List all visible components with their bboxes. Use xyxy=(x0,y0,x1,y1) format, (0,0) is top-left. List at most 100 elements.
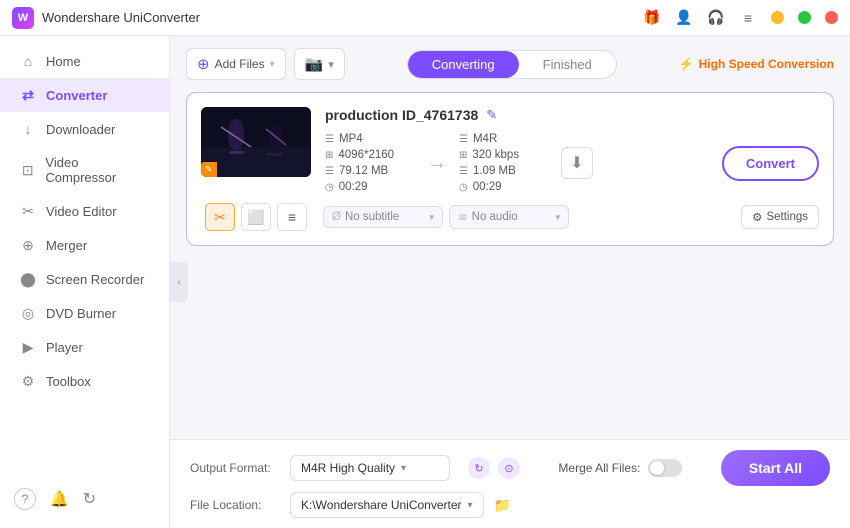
merge-toggle[interactable] xyxy=(648,459,682,477)
file-location-value: K:\Wondershare UniConverter xyxy=(301,498,462,512)
duration-icon: ◷ xyxy=(325,182,334,193)
crop-tool-button[interactable]: ⬜ xyxy=(241,203,271,231)
high-speed-button[interactable]: ⚡ High Speed Conversion xyxy=(679,57,834,71)
sidebar-item-downloader[interactable]: ↓ Downloader xyxy=(0,112,169,146)
sidebar-collapse-button[interactable]: ‹ xyxy=(170,262,188,302)
speed-icon: ⚡ xyxy=(679,57,694,71)
close-button[interactable] xyxy=(825,11,838,24)
target-bitrate-row: ⊞ 320 kbps xyxy=(459,149,549,161)
titlebar-left: W Wondershare UniConverter xyxy=(12,7,200,29)
screenshot-icon: 📷 xyxy=(305,55,324,73)
source-duration: 00:29 xyxy=(339,181,368,193)
source-details: ☰ MP4 ⊞ 4096*2160 ☰ 79.12 MB xyxy=(325,133,415,193)
video-editor-icon: ✂ xyxy=(20,203,36,219)
home-icon: ⌂ xyxy=(20,53,36,69)
format-refresh-icon[interactable]: ↻ xyxy=(468,457,490,479)
user-icon[interactable]: 👤 xyxy=(675,9,693,27)
top-actions: ⊕ Add Files ▾ 📷 ▾ xyxy=(186,48,345,80)
format-copy-icon[interactable]: ⊙ xyxy=(498,457,520,479)
toggle-thumb xyxy=(650,461,664,475)
edit-badge: ✎ xyxy=(201,162,217,177)
help-icon[interactable]: ? xyxy=(14,488,36,510)
source-size: 79.12 MB xyxy=(339,165,388,177)
start-all-button[interactable]: Start All xyxy=(721,450,830,486)
sidebar-item-converter[interactable]: ⇄ Converter xyxy=(0,78,169,112)
no-subtitle-icon: Ø xyxy=(332,211,341,223)
sidebar-item-toolbox[interactable]: ⚙ Toolbox xyxy=(0,364,169,398)
toolbox-icon: ⚙ xyxy=(20,373,36,389)
headset-icon[interactable]: 🎧 xyxy=(707,9,725,27)
sidebar-item-label: Video Compressor xyxy=(45,155,149,185)
tab-converting[interactable]: Converting xyxy=(408,51,519,78)
tab-finished[interactable]: Finished xyxy=(519,51,616,78)
sidebar-item-video-editor[interactable]: ✂ Video Editor xyxy=(0,194,169,228)
effects-tool-button[interactable]: ≡ xyxy=(277,203,307,231)
sidebar-item-label: Converter xyxy=(46,88,107,103)
tab-switcher: Converting Finished xyxy=(407,50,617,79)
file-name: production ID_4761738 xyxy=(325,107,478,123)
file-location-label: File Location: xyxy=(190,498,280,512)
file-location-select[interactable]: K:\Wondershare UniConverter ▾ xyxy=(290,492,484,518)
target-details: ☰ M4R ⊞ 320 kbps ☰ 1.09 MB xyxy=(459,133,549,193)
menu-icon[interactable]: ≡ xyxy=(739,9,757,27)
bell-icon[interactable]: 🔔 xyxy=(50,490,69,508)
sidebar-item-home[interactable]: ⌂ Home xyxy=(0,44,169,78)
target-format: M4R xyxy=(473,133,497,145)
audio-wave-icon: ≋ xyxy=(458,210,468,224)
target-duration: 00:29 xyxy=(473,181,502,193)
target-size-icon: ☰ xyxy=(459,166,468,177)
gift-icon[interactable]: 🎁 xyxy=(643,9,661,27)
screenshot-button[interactable]: 📷 ▾ xyxy=(294,48,345,80)
minimize-button[interactable] xyxy=(771,11,784,24)
source-format-row: ☰ MP4 xyxy=(325,133,415,145)
card-toolbar: ✂ ⬜ ≡ Ø No subtitle ▾ ≋ No audio ▾ xyxy=(201,203,819,231)
sidebar-item-video-compressor[interactable]: ⊡ Video Compressor xyxy=(0,146,169,194)
sidebar-item-label: Toolbox xyxy=(46,374,91,389)
crop-icon: ⬜ xyxy=(247,209,264,226)
thumbnail-inner xyxy=(201,107,311,177)
dvd-burner-icon: ◎ xyxy=(20,305,36,321)
download-cloud-icon[interactable]: ⬇ xyxy=(561,147,593,179)
titlebar-controls: 🎁 👤 🎧 ≡ xyxy=(643,9,838,27)
cut-tool-button[interactable]: ✂ xyxy=(205,203,235,231)
maximize-button[interactable] xyxy=(798,11,811,24)
refresh-icon[interactable]: ↻ xyxy=(83,489,96,509)
output-format-select[interactable]: M4R High Quality ▾ xyxy=(290,455,450,481)
converter-icon: ⇄ xyxy=(20,87,36,103)
sidebar-item-label: Screen Recorder xyxy=(46,272,144,287)
card-top: ✎ production ID_4761738 ✎ ☰ MP4 xyxy=(201,107,819,193)
settings-button[interactable]: ⚙ Settings xyxy=(741,205,819,229)
file-location-row: File Location: K:\Wondershare UniConvert… xyxy=(190,492,830,518)
file-card: ✎ production ID_4761738 ✎ ☰ MP4 xyxy=(186,92,834,246)
resolution-icon: ⊞ xyxy=(325,150,333,161)
source-resolution: 4096*2160 xyxy=(338,149,394,161)
cut-icon: ✂ xyxy=(214,209,226,226)
sidebar: ⌂ Home ⇄ Converter ↓ Downloader ⊡ Video … xyxy=(0,36,170,528)
screen-recorder-icon: ⬤ xyxy=(20,271,36,287)
size-icon: ☰ xyxy=(325,166,334,177)
merge-all-row: Merge All Files: xyxy=(558,459,682,477)
sidebar-item-merger[interactable]: ⊕ Merger xyxy=(0,228,169,262)
file-rename-icon[interactable]: ✎ xyxy=(486,107,497,123)
file-info: production ID_4761738 ✎ ☰ MP4 ⊞ xyxy=(325,107,819,193)
format-icon: ☰ xyxy=(325,134,334,145)
bottom-bar: Output Format: M4R High Quality ▾ ↻ ⊙ Me… xyxy=(170,439,850,528)
audio-dropdown[interactable]: ≋ No audio ▾ xyxy=(449,205,569,229)
location-select-chevron-icon: ▾ xyxy=(468,500,473,511)
sidebar-item-player[interactable]: ▶ Player xyxy=(0,330,169,364)
open-folder-icon[interactable]: 📁 xyxy=(494,497,511,514)
add-files-icon: ⊕ xyxy=(197,55,210,73)
add-files-button[interactable]: ⊕ Add Files ▾ xyxy=(186,48,286,80)
source-format: MP4 xyxy=(339,133,363,145)
screenshot-label: ▾ xyxy=(328,58,334,71)
titlebar: W Wondershare UniConverter 🎁 👤 🎧 ≡ xyxy=(0,0,850,36)
sidebar-item-screen-recorder[interactable]: ⬤ Screen Recorder xyxy=(0,262,169,296)
app-logo: W xyxy=(12,7,34,29)
merger-icon: ⊕ xyxy=(20,237,36,253)
convert-button[interactable]: Convert xyxy=(722,146,819,181)
downloader-icon: ↓ xyxy=(20,121,36,137)
add-files-label: Add Files xyxy=(215,57,265,71)
sidebar-item-dvd-burner[interactable]: ◎ DVD Burner xyxy=(0,296,169,330)
subtitle-dropdown[interactable]: Ø No subtitle ▾ xyxy=(323,206,443,228)
format-select-chevron-icon: ▾ xyxy=(401,463,406,474)
